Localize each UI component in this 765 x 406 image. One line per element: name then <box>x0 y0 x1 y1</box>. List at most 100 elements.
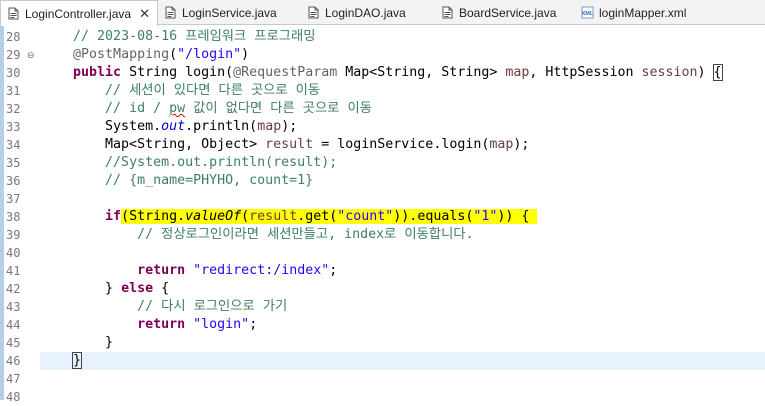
tab-label: LoginService.java <box>182 5 277 20</box>
code-text: // {m_name=PHYHO, count=1} <box>41 172 313 190</box>
code-line[interactable]: 40 <box>0 244 765 262</box>
code-line[interactable]: 37 <box>0 190 765 208</box>
tab-logincontroller-java[interactable]: LoginController.java ✕ <box>0 0 158 26</box>
code-line[interactable]: 35 //System.out.println(result); <box>0 154 765 172</box>
code-text: return "login"; <box>41 316 257 334</box>
code-line[interactable]: 46 } <box>0 352 765 370</box>
code-text: } <box>41 334 113 352</box>
code-token: "login" <box>193 317 250 332</box>
code-text: @PostMapping("/login") <box>41 46 249 64</box>
line-number: 42 <box>6 282 21 296</box>
tab-boardservice-java[interactable]: BoardService.java <box>435 0 575 25</box>
editor-tab-bar: LoginController.java ✕ LoginService.java Lo… <box>0 0 765 26</box>
code-line[interactable]: 48 <box>0 388 765 406</box>
fold-toggle-icon[interactable]: ⊖ <box>27 49 35 61</box>
code-line[interactable]: 42 } else { <box>0 280 765 298</box>
line-number: 41 <box>6 264 21 278</box>
xml-icon-label: XML <box>582 11 594 17</box>
line-number: 28 <box>6 30 21 44</box>
code-token: // id / <box>105 101 170 116</box>
code-token: } <box>41 335 114 350</box>
code-token: Map<String, Object> <box>41 137 266 152</box>
code-token: ; <box>249 317 258 332</box>
code-text: System.out.println(map); <box>41 118 297 136</box>
line-number: 32 <box>6 102 21 116</box>
close-icon[interactable]: ✕ <box>139 6 150 22</box>
line-number: 38 <box>6 210 21 224</box>
code-line[interactable]: 34 Map<String, Object> result = loginSer… <box>0 136 765 154</box>
code-token: loginService <box>337 137 434 152</box>
code-token: , HttpSession <box>529 65 642 80</box>
code-token: } <box>41 281 122 296</box>
code-token: "1" <box>473 209 498 224</box>
code-line[interactable]: 39 // 정상로그인이라면 세션만들고, index로 이동합니다. <box>0 226 765 244</box>
code-line[interactable]: 31 // 세션이 있다면 다른 곳으로 이동 <box>0 82 765 100</box>
code-token: { <box>712 64 723 81</box>
tab-label: LoginController.java <box>25 6 132 21</box>
code-line[interactable]: 29 ⊖ @PostMapping("/login") <box>0 46 765 64</box>
code-token: .get( <box>297 209 338 224</box>
code-text: Map<String, Object> result = loginServic… <box>41 136 529 154</box>
line-number: 35 <box>6 156 21 170</box>
code-token: map <box>505 65 530 80</box>
code-line[interactable]: 45 } <box>0 334 765 352</box>
code-line[interactable]: 44 return "login"; <box>0 316 765 334</box>
tab-loginservice-java[interactable]: LoginService.java <box>158 0 301 25</box>
code-line[interactable]: 28 // 2023-08-16 프레임워크 프로그래밍 <box>0 28 765 46</box>
code-token: )) { <box>497 209 530 224</box>
xml-file-icon: XML <box>581 6 594 19</box>
line-number: 34 <box>6 138 21 152</box>
tab-label: LoginDAO.java <box>325 5 406 20</box>
line-number: 30 <box>6 66 21 80</box>
line-number: 48 <box>6 390 21 404</box>
code-token: "/login" <box>177 47 242 62</box>
line-number: 37 <box>6 192 21 206</box>
code-token: String login( <box>121 65 234 80</box>
code-text: if(String.valueOf(result.get("count")).e… <box>41 208 538 226</box>
code-token: map <box>489 137 514 152</box>
java-file-icon <box>165 6 176 19</box>
code-line[interactable]: 41 return "redirect:/index"; <box>0 262 765 280</box>
code-token: out <box>161 119 186 134</box>
tab-loginmapper-xml[interactable]: XML loginMapper.xml <box>575 0 725 25</box>
code-token: ); <box>281 119 298 134</box>
line-number: 39 <box>6 228 21 242</box>
line-number: 44 <box>6 318 21 332</box>
tab-logindao-java[interactable]: LoginDAO.java <box>301 0 435 25</box>
line-number: 43 <box>6 300 21 314</box>
code-line[interactable]: 33 System.out.println(map); <box>0 118 765 136</box>
code-token: ( <box>241 209 250 224</box>
line-number: 46 <box>6 354 21 368</box>
code-line[interactable]: 47 <box>0 370 765 388</box>
java-file-icon <box>308 6 319 19</box>
code-line[interactable]: 36 // {m_name=PHYHO, count=1} <box>0 172 765 190</box>
code-line[interactable]: 43 // 다시 로그인으로 가기 <box>0 298 765 316</box>
line-number: 40 <box>6 246 21 260</box>
code-token: "redirect:/index" <box>193 263 330 278</box>
code-text: // 정상로그인이라면 세션만들고, index로 이동합니다. <box>41 226 474 244</box>
code-token: )).equals( <box>393 209 474 224</box>
code-line[interactable]: 32 // id / pw 값이 없다면 다른 곳으로 이동 <box>0 100 765 118</box>
code-line[interactable]: 38 if(String.valueOf(result.get("count")… <box>0 208 765 226</box>
code-token: session <box>641 65 698 80</box>
code-text: return "redirect:/index"; <box>41 262 337 280</box>
code-token <box>529 209 538 224</box>
code-token: @PostMapping <box>73 47 170 62</box>
code-token: result <box>249 209 298 224</box>
code-token: ( <box>169 47 178 62</box>
line-number: 31 <box>6 84 21 98</box>
code-line[interactable]: 30 public String login(@RequestParam Map… <box>0 64 765 82</box>
code-token: map <box>257 119 282 134</box>
line-number: 45 <box>6 336 21 350</box>
line-number: 29 <box>6 48 21 62</box>
code-token: valueOf <box>185 209 242 224</box>
code-token: ) <box>697 65 714 80</box>
code-editor[interactable]: 28 // 2023-08-16 프레임워크 프로그래밍 29 ⊖ @PostMap… <box>0 28 765 406</box>
